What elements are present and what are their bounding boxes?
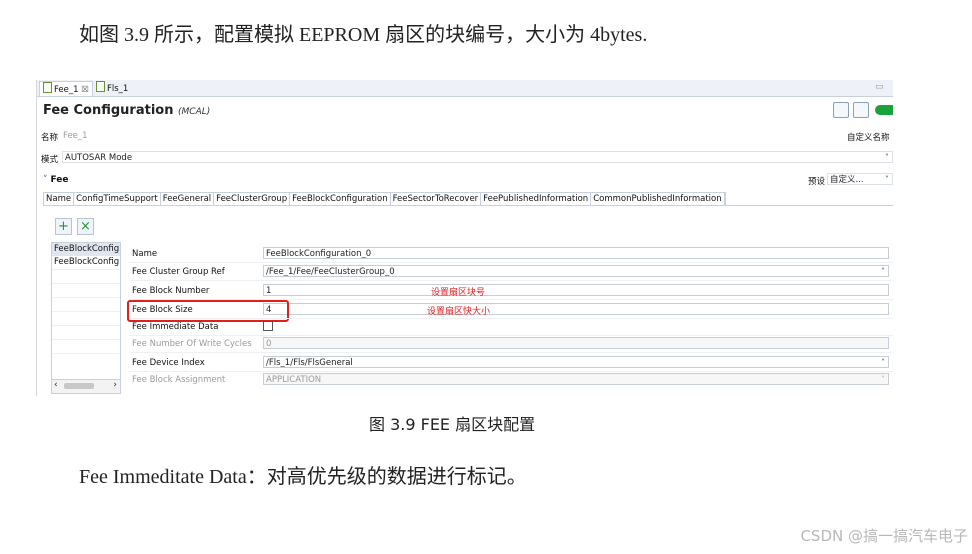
chevron-down-icon: ˅: [881, 358, 885, 367]
preset-label: 预设: [808, 177, 826, 187]
intro-paragraph: 如图 3.9 所示，配置模拟 EEPROM 扇区的块编号，大小为 4bytes.: [79, 24, 648, 46]
minimize-icon[interactable]: ▭: [875, 82, 884, 92]
horizontal-scrollbar[interactable]: ‹ ›: [52, 379, 120, 393]
block-config-list: FeeBlockConfig FeeBlockConfig ‹ ›: [51, 242, 121, 394]
page-subtitle: (MCAL): [178, 107, 211, 117]
chevron-down-icon: ˅: [885, 153, 889, 162]
list-item[interactable]: FeeBlockConfig: [52, 256, 120, 269]
mode-label: 模式: [41, 155, 59, 165]
field-label-block-number: Fee Block Number: [132, 286, 210, 296]
document-icon[interactable]: [833, 102, 849, 118]
fee-configuration-screenshot: Fee_1 ☒ Fls_1 ▭ Fee Configuration (MCAL)…: [36, 80, 893, 396]
chevron-down-icon: ˅: [881, 375, 885, 384]
name-input[interactable]: FeeBlockConfiguration_0: [263, 247, 889, 259]
immediate-data-checkbox[interactable]: [263, 321, 273, 331]
list-item[interactable]: FeeBlockConfig: [52, 243, 120, 256]
field-label-cluster-group-ref: Fee Cluster Group Ref: [132, 267, 225, 277]
document-icon: [96, 81, 105, 92]
device-index-select[interactable]: /Fls_1/Fls/FlsGeneral ˅: [263, 356, 889, 368]
field-label-device-index: Fee Device Index: [132, 358, 205, 368]
scroll-right-icon[interactable]: ›: [113, 380, 117, 390]
block-size-input[interactable]: 4: [263, 303, 889, 315]
fee-section-header[interactable]: ˅ Fee: [43, 175, 69, 185]
lock-icon[interactable]: [853, 102, 869, 118]
name-label: 名称: [41, 133, 59, 143]
editor-tab-fls[interactable]: Fls_1: [93, 81, 131, 95]
expand-icon: ˅: [43, 175, 48, 185]
field-label-immediate-data: Fee Immediate Data: [132, 322, 219, 332]
write-cycles-input[interactable]: 0: [263, 337, 889, 349]
block-assignment-select[interactable]: APPLICATION ˅: [263, 373, 889, 385]
add-button[interactable]: +: [55, 218, 72, 235]
scroll-thumb[interactable]: [64, 383, 94, 389]
field-label-name: Name: [132, 249, 158, 259]
block-number-input[interactable]: 1: [263, 284, 889, 296]
figure-caption: 图 3.9 FEE 扇区块配置: [369, 415, 536, 434]
field-label-write-cycles: Fee Number Of Write Cycles: [132, 339, 252, 349]
scroll-left-icon[interactable]: ‹: [54, 380, 58, 390]
custom-name-label: 自定义名称: [847, 133, 890, 143]
toggle-switch[interactable]: [875, 105, 893, 115]
config-tab-bar: Name ConfigTimeSupport FeeGeneral FeeCluste…: [43, 192, 726, 206]
watermark: CSDN @搞一搞汽车电子: [800, 527, 968, 545]
page-title: Fee Configuration (MCAL): [43, 103, 211, 118]
cluster-group-ref-select[interactable]: /Fee_1/Fee/FeeClusterGroup_0 ˅: [263, 265, 889, 277]
field-label-block-assignment: Fee Block Assignment: [132, 375, 226, 385]
outro-paragraph: Fee Immeditate Data：对高优先级的数据进行标记。: [79, 466, 527, 488]
remove-button[interactable]: ×: [77, 218, 94, 235]
name-value[interactable]: Fee_1: [63, 131, 88, 141]
document-icon: [43, 82, 52, 93]
block-size-annotation: 设置扇区快大小: [427, 307, 491, 317]
preset-select[interactable]: 自定义... ˅: [827, 173, 893, 185]
block-number-annotation: 设置扇区块号: [431, 288, 486, 298]
chevron-down-icon: ˅: [881, 267, 885, 276]
mode-select[interactable]: AUTOSAR Mode ˅: [62, 151, 893, 163]
close-icon[interactable]: ☒: [81, 85, 89, 95]
editor-tab-bar: Fee_1 ☒ Fls_1 ▭: [37, 80, 893, 97]
chevron-down-icon: ˅: [885, 175, 889, 184]
editor-tab-fee[interactable]: Fee_1 ☒: [39, 81, 93, 96]
